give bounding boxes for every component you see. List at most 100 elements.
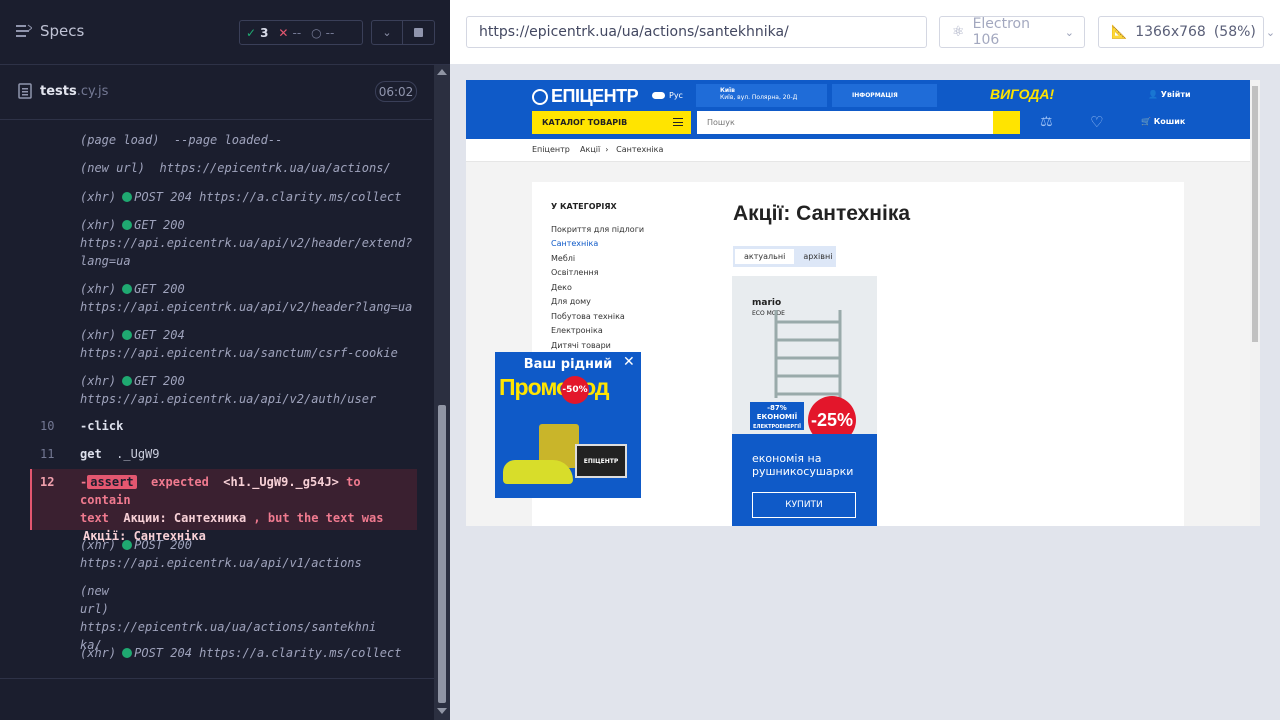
search-button[interactable]	[993, 111, 1020, 134]
menu-icon	[16, 24, 32, 37]
failed-count: --	[292, 25, 302, 40]
app-preview: https://epicentrk.ua/ua/actions/santekhn…	[450, 0, 1280, 720]
command-log: (page load) --page loaded-- (new url) ht…	[30, 122, 417, 667]
chevron-down-icon: ⌄	[1265, 25, 1276, 39]
chevron-down-icon: ⌄	[1064, 25, 1074, 39]
pending-count: --	[325, 25, 335, 40]
logo-mark-icon	[532, 88, 548, 105]
cart-icon: 🛒	[1141, 117, 1151, 126]
test-stats: ✓ 3 ✕ -- ○ --	[239, 20, 363, 45]
status-dot	[122, 540, 133, 550]
status-dot	[122, 192, 133, 202]
log-entry-click[interactable]: 10 -click	[30, 417, 417, 435]
category-link[interactable]: Побутова техніка	[551, 312, 625, 321]
status-dot	[122, 284, 133, 294]
specs-button[interactable]: Specs	[16, 22, 84, 40]
close-icon[interactable]: ✕	[623, 354, 635, 370]
city-selector[interactable]: Київ Київ, вул. Полярна, 20-Д	[696, 84, 827, 107]
log-entry[interactable]: (xhr) POST 200 https://api.epicentrk.ua/a…	[30, 536, 417, 572]
duration-badge: 06:02	[375, 81, 417, 102]
toggle-icon	[652, 92, 665, 99]
category-link[interactable]: Дитячі товари	[551, 341, 611, 350]
log-entry[interactable]: (page load) --page loaded--	[30, 131, 417, 149]
tab-archive[interactable]: архівні	[794, 249, 841, 264]
specs-label: Specs	[40, 22, 85, 40]
category-link[interactable]: Меблі	[551, 254, 575, 263]
status-dot	[122, 330, 133, 340]
breadcrumb: Епіцентр Акції › Сантехніка	[532, 145, 664, 154]
promo-tabs: актуальні архівні	[733, 246, 836, 267]
divider	[0, 678, 434, 679]
breadcrumb-item[interactable]: Епіцентр	[532, 145, 570, 154]
eco-badge: -87% ЕКОНОМІЇ ЕЛЕКТРОЕНЕРГІЇ	[750, 402, 804, 430]
auto-scroll-button[interactable]: ⌄	[371, 20, 403, 45]
sneaker-image	[503, 460, 573, 484]
assert-badge: assert	[87, 475, 137, 489]
ruler-icon: 📐	[1111, 24, 1128, 40]
spec-file-ext: .cy.js	[76, 84, 109, 99]
breadcrumb-item[interactable]: Акції	[580, 145, 600, 154]
category-link[interactable]: Електроніка	[551, 326, 603, 335]
category-link[interactable]: Для дому	[551, 297, 591, 306]
buy-button[interactable]: КУПИТИ	[752, 492, 856, 518]
log-entry[interactable]: (xhr) GET 200 https://api.epicentrk.ua/ap…	[30, 280, 417, 316]
popup-promo-text: ПромоКод	[499, 374, 609, 400]
scroll-down-icon[interactable]	[437, 708, 447, 714]
user-icon: 👤	[1148, 90, 1158, 99]
breadcrumb-item: Сантехніка	[616, 145, 664, 154]
promo-popup[interactable]: Ваш рідний ПромоКод -50% ✕ ЕПІЦЕНТР	[495, 352, 641, 498]
site-logo[interactable]: ЕПІЦЕНТР	[532, 86, 639, 107]
aut-scrollbar-thumb[interactable]	[1252, 86, 1258, 342]
category-link[interactable]: Деко	[551, 283, 572, 292]
url-field[interactable]: https://epicentrk.ua/ua/actions/santekhn…	[466, 16, 927, 48]
info-menu[interactable]: ІНФОРМАЦІЯ	[832, 84, 937, 107]
status-dot	[122, 220, 133, 230]
command-log-panel: Specs ✓ 3 ✕ -- ○ -- ⌄ tests.cy.js 06:02 …	[0, 0, 450, 720]
log-scrollbar-thumb[interactable]	[438, 405, 446, 703]
search-input[interactable]: Пошук	[697, 111, 993, 134]
passed-count: 3	[260, 25, 269, 40]
stop-button[interactable]	[403, 20, 435, 45]
promo-caption: економія на рушникосушарки	[752, 452, 854, 478]
scroll-up-icon[interactable]	[437, 69, 447, 75]
promo-card[interactable]: mario ECO MODE -87% ЕКОНОМІЇ ЕЛЕКТРОЕНЕРГІЇ…	[732, 276, 877, 526]
log-entry[interactable]: (xhr) GET 204 https://api.epicentrk.ua/sa…	[30, 326, 417, 362]
electron-icon: ⚛	[952, 24, 965, 40]
log-entry[interactable]: (xhr) POST 204 https://a.clarity.ms/colle…	[30, 188, 417, 206]
tab-current[interactable]: актуальні	[735, 249, 795, 264]
log-entry-get[interactable]: 11 get ._UgW9	[30, 445, 417, 463]
hamburger-icon	[673, 118, 683, 126]
check-icon: ✓	[246, 25, 257, 40]
log-entry[interactable]: (xhr) POST 204 https://a.clarity.ms/colle…	[30, 644, 417, 662]
popup-discount-badge: -50%	[561, 376, 589, 404]
login-link[interactable]: 👤 Увійти	[1148, 90, 1191, 99]
category-link[interactable]: Освітлення	[551, 268, 599, 277]
cross-icon: ✕	[278, 25, 289, 40]
log-entry[interactable]: (xhr) GET 200 https://api.epicentrk.ua/ap…	[30, 216, 417, 270]
browser-selector[interactable]: ⚛ Electron 106 ⌄	[939, 16, 1085, 48]
chevron-down-icon: ⌄	[382, 26, 392, 39]
category-link[interactable]: Покриття для підлоги	[551, 225, 644, 234]
status-dot	[122, 648, 133, 658]
towel-warmer-image	[774, 310, 842, 398]
log-entry[interactable]: (new url) https://epicentrk.ua/ua/action…	[30, 159, 417, 177]
heart-icon[interactable]: ♡	[1090, 113, 1103, 131]
catalog-button[interactable]: КАТАЛОГ ТОВАРІВ	[532, 111, 691, 134]
spec-file-name: tests.cy.js	[40, 84, 109, 99]
preview-toolbar: https://epicentrk.ua/ua/actions/santekhn…	[450, 0, 1280, 64]
viewport-selector[interactable]: 📐 1366x768 (58%) ⌄	[1098, 16, 1275, 48]
stop-icon	[414, 28, 423, 37]
category-link-active[interactable]: Сантехніка	[551, 239, 598, 248]
cart-link[interactable]: 🛒 Кошик	[1141, 117, 1185, 126]
page-title: Акції: Сантехніка	[733, 202, 911, 225]
language-toggle[interactable]: Рус	[652, 91, 683, 100]
categories-title: У КАТЕГОРІЯХ	[551, 202, 617, 211]
specs-header: Specs ✓ 3 ✕ -- ○ -- ⌄	[0, 0, 450, 65]
log-entry-assert-failed[interactable]: 12- assert expected <h1._UgW9._g54J> to c…	[30, 469, 417, 543]
pending-icon: ○	[311, 25, 322, 40]
log-entry[interactable]: (xhr) GET 200 https://api.epicentrk.ua/ap…	[30, 372, 417, 408]
status-dot	[122, 376, 133, 386]
laptop-image: ЕПІЦЕНТР	[575, 444, 627, 478]
compare-icon[interactable]: ⚖	[1040, 114, 1053, 130]
vyhoda-link[interactable]: ВИГОДА!	[990, 86, 1054, 102]
